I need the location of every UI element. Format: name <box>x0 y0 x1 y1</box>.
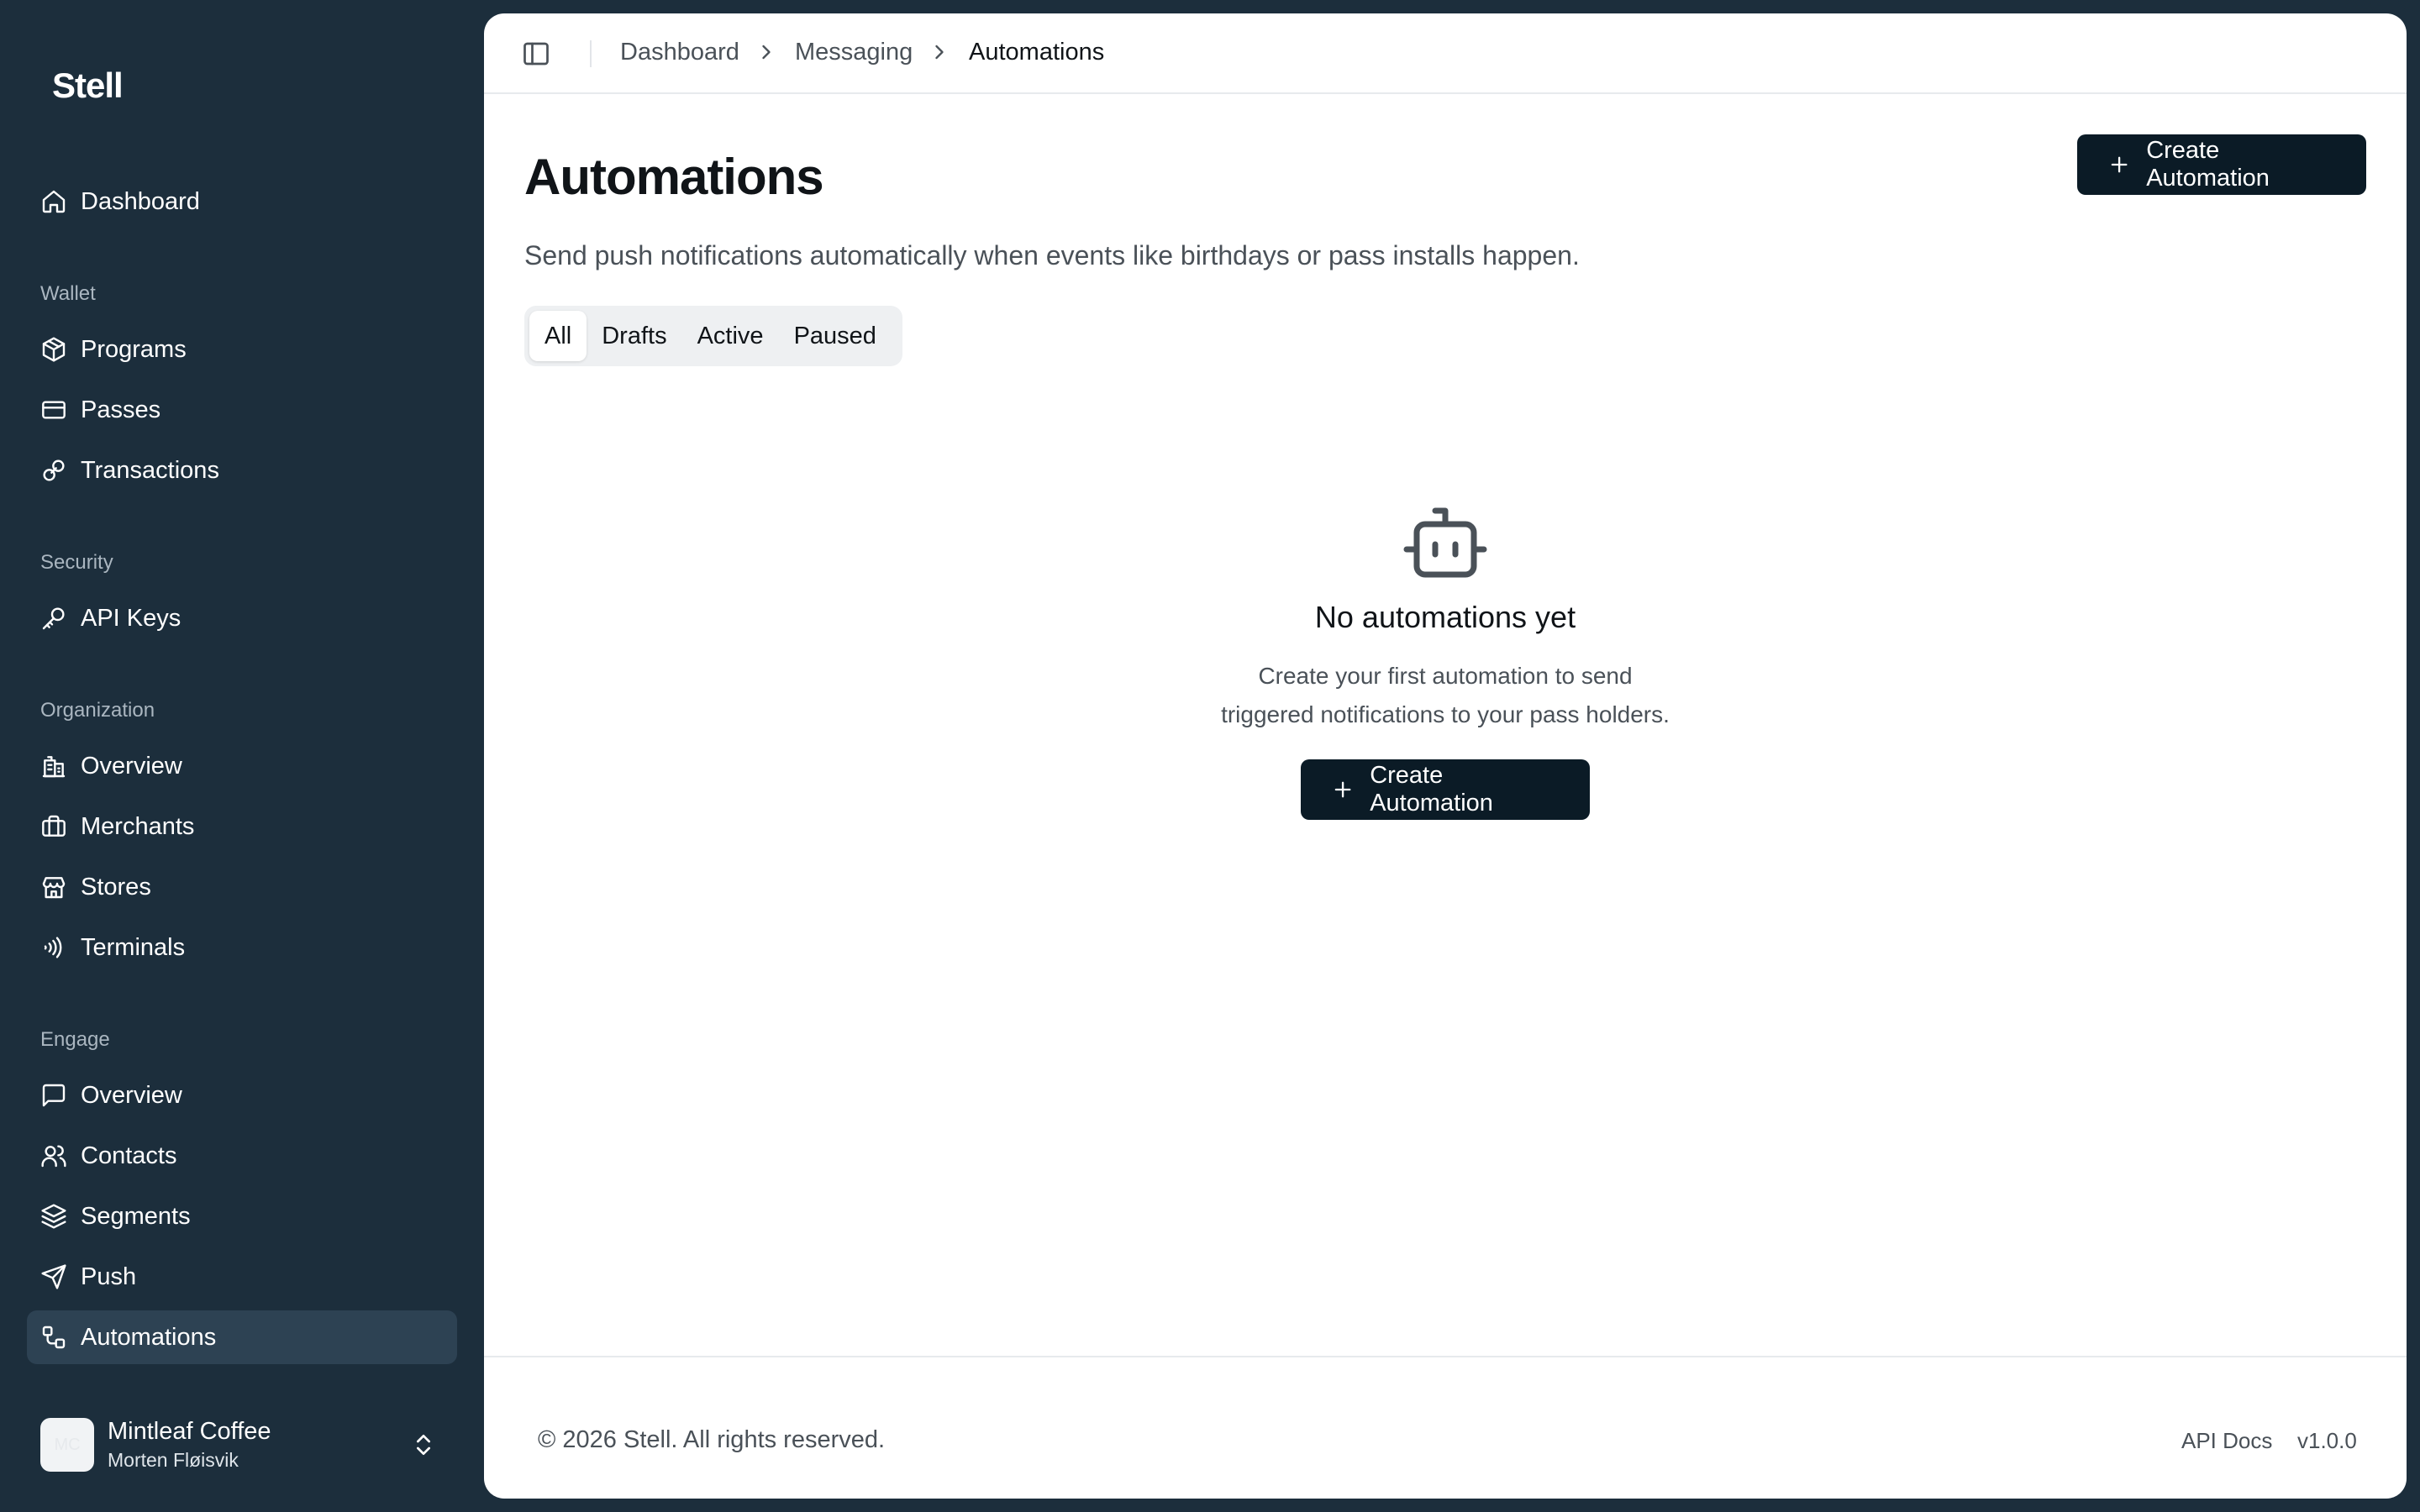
box-icon <box>40 336 67 363</box>
tab-paused[interactable]: Paused <box>779 311 892 361</box>
avatar: MC <box>40 1418 94 1472</box>
sidebar-item-push[interactable]: Push <box>27 1250 457 1304</box>
create-automation-label: Create Automation <box>2146 137 2270 192</box>
sidebar-item-label: Terminals <box>81 933 186 961</box>
main-panel: Dashboard Messaging Automations Automati… <box>484 13 2407 1499</box>
chevron-up-down-icon <box>417 1435 430 1455</box>
chevron-right-icon <box>762 45 771 60</box>
topbar-divider <box>590 40 592 67</box>
key-icon <box>40 605 67 632</box>
home-icon <box>40 188 67 215</box>
sidebar-item-stores[interactable]: Stores <box>27 860 457 914</box>
empty-state-text-line: triggered notifications to your pass hol… <box>1221 701 1670 727</box>
empty-state-title: No automations yet <box>1314 600 1576 634</box>
account-switcher[interactable]: MC Mintleaf Coffee Morten Fløisvik <box>27 1404 457 1485</box>
briefcase-icon <box>40 813 67 840</box>
empty-state-text: Create your first automation to send tri… <box>1109 657 1781 734</box>
footer: © 2026 Stell. All rights reserved. API D… <box>484 1356 2407 1499</box>
store-icon <box>40 874 67 900</box>
chevron-right-icon <box>935 45 944 60</box>
sidebar-item-label: Programs <box>81 335 187 363</box>
sidebar-item-label: Merchants <box>81 812 195 840</box>
breadcrumb-messaging[interactable]: Messaging <box>795 39 913 66</box>
sidebar: Stell Dashboard Wallet Programs Passes T… <box>0 0 484 1512</box>
sidebar-item-label: Dashboard <box>81 187 200 215</box>
sidebar-item-transactions[interactable]: Transactions <box>27 444 457 497</box>
breadcrumb-dashboard[interactable]: Dashboard <box>620 39 739 66</box>
sidebar-item-label: Overview <box>81 1081 182 1109</box>
sidebar-item-api-keys[interactable]: API Keys <box>27 591 457 645</box>
users-icon <box>40 1142 67 1169</box>
section-title-engage: Engage <box>40 1028 110 1051</box>
message-square-icon <box>40 1082 67 1109</box>
sidebar-item-org-overview[interactable]: Overview <box>27 739 457 793</box>
plus-icon <box>2111 156 2128 173</box>
sidebar-item-label: Automations <box>81 1323 217 1351</box>
sidebar-item-terminals[interactable]: Terminals <box>27 921 457 974</box>
tab-all[interactable]: All <box>529 311 587 361</box>
page-title: Automations <box>524 149 824 205</box>
contactless-icon <box>40 934 67 961</box>
sidebar-item-label: Overview <box>81 752 182 780</box>
api-docs-link[interactable]: API Docs <box>2181 1428 2272 1454</box>
sidebar-item-contacts[interactable]: Contacts <box>27 1129 457 1183</box>
status-tabs: All Drafts Active Paused <box>524 306 902 366</box>
sidebar-item-label: Push <box>81 1263 137 1290</box>
copyright-text: © 2026 Stell. All rights reserved. <box>538 1426 886 1453</box>
sidebar-item-automations[interactable]: Automations <box>27 1310 457 1364</box>
empty-create-automation-label: Create Automation <box>1370 762 1493 816</box>
workflow-icon <box>40 1324 67 1351</box>
sidebar-toggle-icon[interactable] <box>521 39 551 69</box>
sidebar-scroll-fade <box>0 1369 484 1403</box>
empty-state-text-line: Create your first automation to send <box>1258 663 1633 689</box>
section-title-organization: Organization <box>40 699 155 722</box>
sidebar-item-passes[interactable]: Passes <box>27 383 457 437</box>
breadcrumb-automations: Automations <box>969 39 1105 66</box>
sidebar-item-label: Transactions <box>81 456 219 484</box>
building-icon <box>40 753 67 780</box>
sidebar-item-segments[interactable]: Segments <box>27 1189 457 1243</box>
account-user: Morten Fløisvik <box>108 1449 239 1471</box>
bot-icon <box>1403 507 1487 578</box>
sidebar-item-label: Contacts <box>81 1142 177 1169</box>
empty-create-automation-button[interactable]: Create Automation <box>1301 759 1590 820</box>
page-subtitle: Send push notifications automatically wh… <box>524 240 1580 270</box>
section-title-wallet: Wallet <box>40 282 96 305</box>
account-info: Mintleaf Coffee Morten Fløisvik <box>108 1418 271 1472</box>
layers-icon <box>40 1203 67 1230</box>
card-icon <box>40 396 67 423</box>
sidebar-item-programs[interactable]: Programs <box>27 323 457 376</box>
sidebar-item-label: API Keys <box>81 604 182 632</box>
send-icon <box>40 1263 67 1290</box>
account-name: Mintleaf Coffee <box>108 1418 271 1445</box>
section-title-security: Security <box>40 551 113 574</box>
sidebar-item-engage-overview[interactable]: Overview <box>27 1068 457 1122</box>
sidebar-item-dashboard[interactable]: Dashboard <box>27 175 457 228</box>
tab-drafts[interactable]: Drafts <box>587 311 681 361</box>
tab-active[interactable]: Active <box>682 311 779 361</box>
sidebar-item-label: Passes <box>81 396 161 423</box>
sidebar-item-merchants[interactable]: Merchants <box>27 800 457 853</box>
create-automation-button[interactable]: Create Automation <box>2077 134 2366 195</box>
app-logo[interactable]: Stell <box>52 66 124 106</box>
sidebar-item-label: Stores <box>81 873 151 900</box>
sidebar-item-label: Segments <box>81 1202 191 1230</box>
plus-icon <box>1334 781 1351 798</box>
link-icon <box>40 457 67 484</box>
version-label: v1.0.0 <box>2297 1428 2357 1453</box>
topbar: Dashboard Messaging Automations <box>484 13 2407 94</box>
